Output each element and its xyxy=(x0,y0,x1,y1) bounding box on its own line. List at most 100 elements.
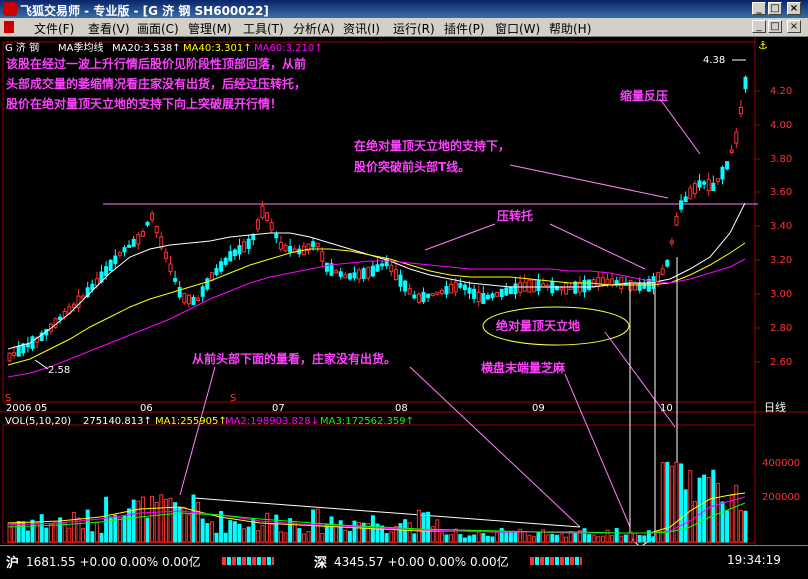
doc-close-button[interactable]: × xyxy=(787,20,801,33)
candle-body xyxy=(150,212,155,221)
volume-bar xyxy=(384,533,389,543)
volume-bar xyxy=(39,514,44,543)
candle-body xyxy=(334,270,339,274)
candle-body xyxy=(389,264,394,273)
volume-bar xyxy=(504,532,509,543)
candle-body xyxy=(228,251,233,262)
maximize-button[interactable]: □ xyxy=(768,2,782,15)
doc-minimize-button[interactable]: _ xyxy=(752,20,766,33)
volume-bar xyxy=(223,532,228,543)
price-axis: 4.20 4.00 3.80 3.60 3.40 3.20 3.00 2.80 … xyxy=(755,86,792,368)
vol-ma1: MA1:255905↑ xyxy=(155,416,227,427)
volume-bar xyxy=(702,474,707,543)
menu-file[interactable]: 文件(F) xyxy=(34,20,74,37)
price-tick: 3.40 xyxy=(770,221,792,232)
candle-body xyxy=(421,291,426,303)
ma-label: MA季均线 xyxy=(58,41,103,54)
candle-body xyxy=(366,266,371,279)
candle-body xyxy=(347,273,352,280)
candle-body xyxy=(58,316,63,321)
price-tick: 2.80 xyxy=(770,323,792,334)
vol-tick: 200000 xyxy=(762,492,800,503)
time-label: 07 xyxy=(272,403,285,414)
kline-chart[interactable]: G 济 钢 MA季均线 MA20:3.538↑ MA40:3.301↑ MA60… xyxy=(0,37,808,548)
menu-window[interactable]: 窗口(W) xyxy=(495,20,540,37)
menu-plugin[interactable]: 插件(P) xyxy=(444,20,485,37)
minimize-button[interactable]: _ xyxy=(752,2,766,15)
candle-body xyxy=(329,263,334,276)
candle-body xyxy=(564,282,569,295)
menu-view[interactable]: 查看(V) xyxy=(88,20,130,37)
volume-bar xyxy=(449,534,454,543)
candle-body xyxy=(683,196,688,203)
volume-bar xyxy=(242,528,247,543)
annotation-main-3: 股价在绝对量顶天立地的支持下向上突破展开行情！ xyxy=(6,96,282,111)
volume-bar xyxy=(140,496,145,543)
candle-body xyxy=(596,276,601,288)
candle-body xyxy=(283,244,288,252)
candle-body xyxy=(205,278,210,290)
menu-help[interactable]: 帮助(H) xyxy=(549,20,591,37)
volume-bar xyxy=(407,522,412,543)
volume-bar xyxy=(554,534,559,543)
anchor-icon[interactable]: ⚓ xyxy=(758,39,768,52)
menu-analysis[interactable]: 分析(A) xyxy=(293,20,335,37)
menu-screen[interactable]: 画面(C) xyxy=(137,20,179,37)
candle-body xyxy=(582,279,587,293)
volume-bar xyxy=(48,523,53,543)
candle-body xyxy=(311,241,316,248)
candle-body xyxy=(209,272,214,281)
candle-body xyxy=(131,238,136,247)
candle-body xyxy=(458,283,463,288)
time-label: 09 xyxy=(532,403,545,414)
vol-ma3: MA3:172562.359↑ xyxy=(320,416,414,427)
volume-bar xyxy=(301,533,306,543)
volume-bar xyxy=(338,520,343,543)
menu-run[interactable]: 运行(R) xyxy=(393,20,435,37)
candle-body xyxy=(453,281,458,293)
candle-body xyxy=(274,233,279,239)
candle-body xyxy=(71,303,76,308)
volume-bar xyxy=(62,522,67,543)
menu-bar: 文件(F) 查看(V) 画面(C) 管理(M) 工具(T) 分析(A) 资讯(I… xyxy=(0,18,808,37)
menu-tools[interactable]: 工具(T) xyxy=(243,20,284,37)
volume-bar xyxy=(697,477,702,543)
volume-bar xyxy=(343,529,348,543)
menu-info[interactable]: 资讯(I) xyxy=(343,20,380,37)
candle-body xyxy=(711,182,716,191)
candle-body xyxy=(232,249,237,257)
doc-icon xyxy=(4,21,14,33)
volume-bar xyxy=(30,519,35,543)
candle-body xyxy=(403,280,408,292)
doc-restore-button[interactable]: □ xyxy=(768,20,782,33)
volume-bar xyxy=(150,495,155,543)
volume-bar xyxy=(600,535,605,543)
volume-bars xyxy=(7,461,748,543)
close-button[interactable]: × xyxy=(787,2,801,15)
candle-body xyxy=(127,244,132,248)
candle-body xyxy=(692,182,697,195)
candle-body xyxy=(173,278,178,282)
volume-bar xyxy=(439,532,444,543)
candle-body xyxy=(255,219,260,230)
price-tick: 3.60 xyxy=(770,187,792,198)
period-label[interactable]: 日线 xyxy=(764,400,786,414)
volume-bar xyxy=(743,510,748,543)
volume-bar xyxy=(476,531,481,543)
candle-body xyxy=(495,291,500,297)
volume-bar xyxy=(389,531,394,543)
volume-bar xyxy=(564,536,569,543)
candle-body xyxy=(398,274,403,287)
chart-area[interactable]: G 济 钢 MA季均线 MA20:3.538↑ MA40:3.301↑ MA60… xyxy=(0,37,808,548)
candle-body xyxy=(163,251,168,259)
candle-body xyxy=(122,247,127,253)
candle-body xyxy=(412,294,417,299)
volume-bar xyxy=(196,502,201,543)
volume-bar xyxy=(683,489,688,543)
volume-bar xyxy=(591,534,596,543)
candle-body xyxy=(407,288,412,295)
annotation-resist: 压转托 xyxy=(497,208,533,223)
candle-body xyxy=(140,231,145,237)
volume-bar xyxy=(416,509,421,543)
menu-manage[interactable]: 管理(M) xyxy=(188,20,232,37)
